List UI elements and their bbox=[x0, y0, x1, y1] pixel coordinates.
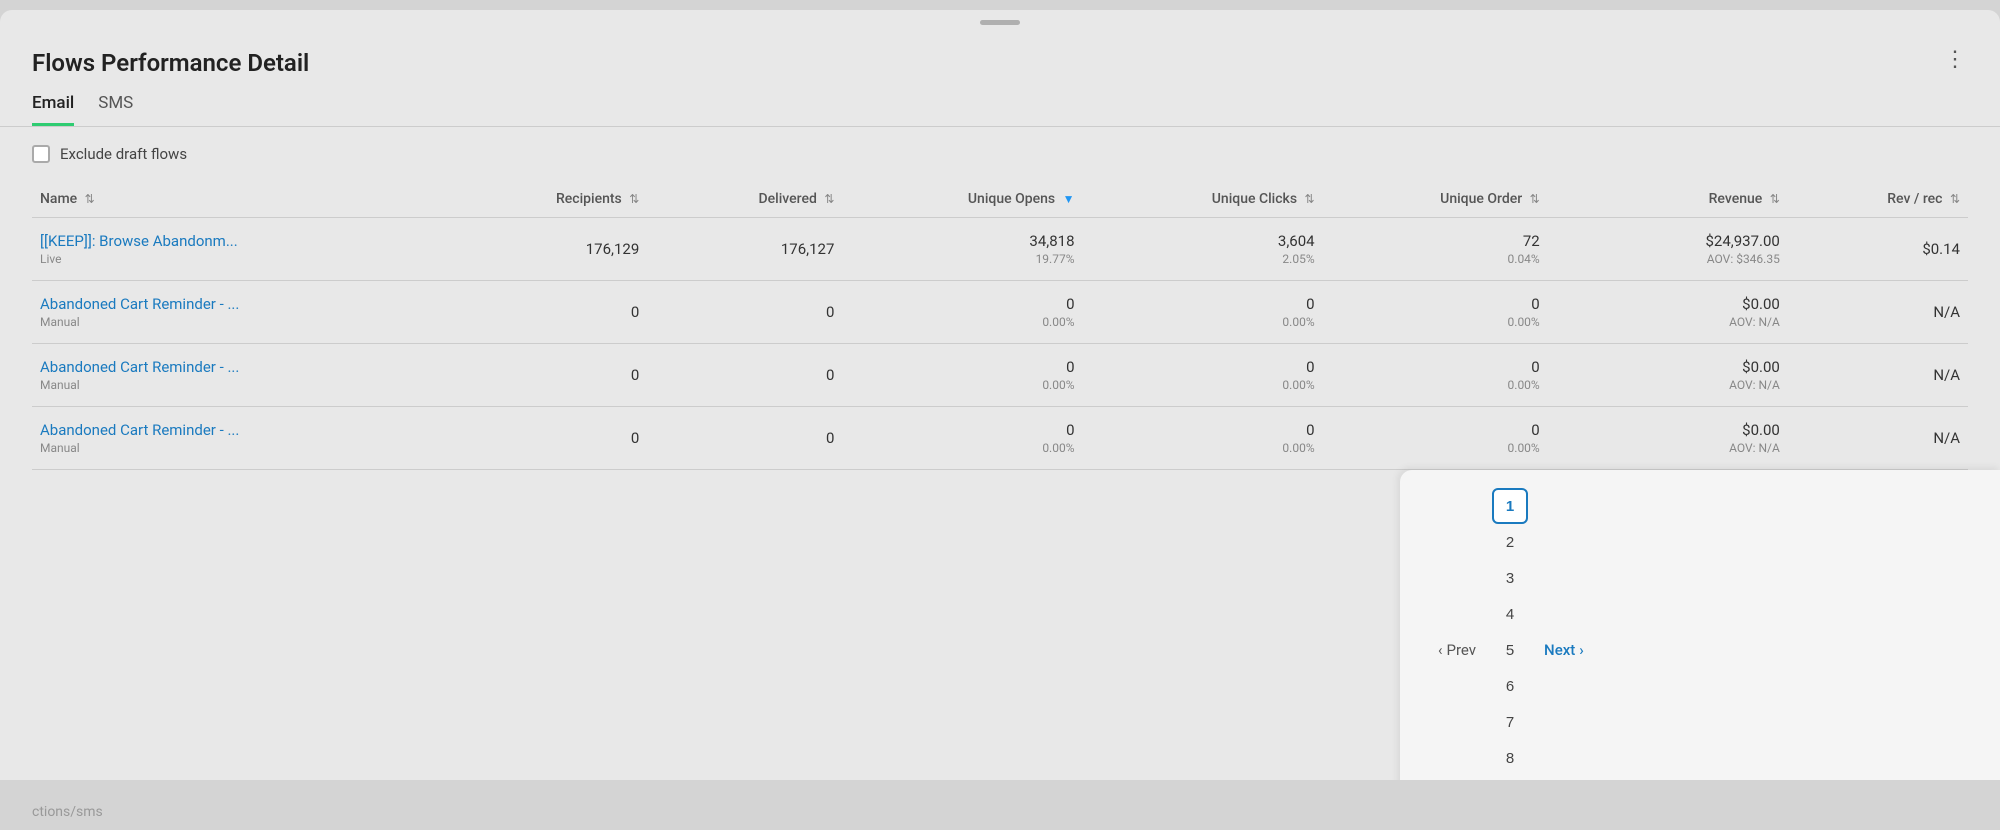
tabs-container: Email SMS bbox=[0, 77, 2000, 127]
flow-name-link-2[interactable]: Abandoned Cart Reminder - ... bbox=[40, 358, 239, 376]
bottom-label: ctions/sms bbox=[32, 804, 103, 820]
flow-name-link-1[interactable]: Abandoned Cart Reminder - ... bbox=[40, 295, 239, 313]
cell-clicks-0: 3,604 2.05% bbox=[1083, 218, 1323, 281]
bottom-bar: ctions/sms bbox=[0, 780, 2000, 830]
page-buttons: 123456789 bbox=[1492, 488, 1528, 812]
cell-revenue-1: $0.00 AOV: N/A bbox=[1548, 281, 1788, 344]
flow-status-1: Manual bbox=[40, 315, 444, 329]
table-row: Abandoned Cart Reminder - ... Manual 0 0… bbox=[32, 281, 1968, 344]
page-btn-3[interactable]: 3 bbox=[1492, 560, 1528, 596]
cell-delivered-2: 0 bbox=[647, 344, 842, 407]
page-btn-8[interactable]: 8 bbox=[1492, 740, 1528, 776]
page-btn-4[interactable]: 4 bbox=[1492, 596, 1528, 632]
table-row: Abandoned Cart Reminder - ... Manual 0 0… bbox=[32, 407, 1968, 470]
page-btn-7[interactable]: 7 bbox=[1492, 704, 1528, 740]
col-header-order[interactable]: Unique Order ⇅ bbox=[1323, 181, 1548, 218]
cell-revrec-2: N/A bbox=[1788, 344, 1968, 407]
cell-name-3: Abandoned Cart Reminder - ... Manual bbox=[32, 407, 452, 470]
chevron-right-icon: › bbox=[1579, 641, 1584, 659]
pagination-container: ‹ Prev 123456789 Next › bbox=[1400, 470, 2000, 830]
cell-recipients-2: 0 bbox=[452, 344, 647, 407]
flow-status-3: Manual bbox=[40, 441, 444, 455]
cell-name-1: Abandoned Cart Reminder - ... Manual bbox=[32, 281, 452, 344]
sort-icon-delivered: ⇅ bbox=[824, 192, 834, 206]
sort-icon-clicks: ⇅ bbox=[1305, 192, 1315, 206]
page-btn-2[interactable]: 2 bbox=[1492, 524, 1528, 560]
chevron-left-icon: ‹ bbox=[1438, 641, 1443, 659]
cell-revenue-3: $0.00 AOV: N/A bbox=[1548, 407, 1788, 470]
page-btn-6[interactable]: 6 bbox=[1492, 668, 1528, 704]
col-header-delivered[interactable]: Delivered ⇅ bbox=[647, 181, 842, 218]
cell-recipients-0: 176,129 bbox=[452, 218, 647, 281]
cell-revenue-0: $24,937.00 AOV: $346.35 bbox=[1548, 218, 1788, 281]
sort-icon-order: ⇅ bbox=[1530, 192, 1540, 206]
sort-icon-name: ⇅ bbox=[85, 192, 95, 206]
cell-opens-3: 0 0.00% bbox=[842, 407, 1082, 470]
cell-revenue-2: $0.00 AOV: N/A bbox=[1548, 344, 1788, 407]
sort-icon-revenue: ⇅ bbox=[1770, 192, 1780, 206]
exclude-draft-label: Exclude draft flows bbox=[60, 145, 187, 163]
cell-revrec-0: $0.14 bbox=[1788, 218, 1968, 281]
sort-icon-recipients: ⇅ bbox=[629, 192, 639, 206]
sort-icon-opens: ▼ bbox=[1063, 192, 1075, 206]
cell-name-2: Abandoned Cart Reminder - ... Manual bbox=[32, 344, 452, 407]
cell-revrec-1: N/A bbox=[1788, 281, 1968, 344]
exclude-draft-checkbox[interactable] bbox=[32, 145, 50, 163]
table-row: [[KEEP]]: Browse Abandonm... Live 176,12… bbox=[32, 218, 1968, 281]
cell-name-0: [[KEEP]]: Browse Abandonm... Live bbox=[32, 218, 452, 281]
next-button[interactable]: Next › bbox=[1534, 635, 1594, 665]
tab-sms[interactable]: SMS bbox=[98, 93, 133, 126]
cell-order-2: 0 0.00% bbox=[1323, 344, 1548, 407]
filter-row: Exclude draft flows bbox=[0, 127, 2000, 181]
cell-delivered-1: 0 bbox=[647, 281, 842, 344]
table-wrapper: Name ⇅ Recipients ⇅ Delivered ⇅ Unique O… bbox=[0, 181, 2000, 470]
col-header-revrec[interactable]: Rev / rec ⇅ bbox=[1788, 181, 1968, 218]
cell-revrec-3: N/A bbox=[1788, 407, 1968, 470]
flow-name-link-0[interactable]: [[KEEP]]: Browse Abandonm... bbox=[40, 232, 238, 250]
cell-clicks-2: 0 0.00% bbox=[1083, 344, 1323, 407]
flow-name-link-3[interactable]: Abandoned Cart Reminder - ... bbox=[40, 421, 239, 439]
col-header-name[interactable]: Name ⇅ bbox=[32, 181, 452, 218]
table-header-row: Name ⇅ Recipients ⇅ Delivered ⇅ Unique O… bbox=[32, 181, 1968, 218]
table-row: Abandoned Cart Reminder - ... Manual 0 0… bbox=[32, 344, 1968, 407]
cell-opens-2: 0 0.00% bbox=[842, 344, 1082, 407]
more-options-icon[interactable]: ⋮ bbox=[1944, 49, 1968, 71]
cell-recipients-1: 0 bbox=[452, 281, 647, 344]
col-header-recipients[interactable]: Recipients ⇅ bbox=[452, 181, 647, 218]
page-btn-5[interactable]: 5 bbox=[1492, 632, 1528, 668]
cell-recipients-3: 0 bbox=[452, 407, 647, 470]
cell-order-1: 0 0.00% bbox=[1323, 281, 1548, 344]
cell-order-3: 0 0.00% bbox=[1323, 407, 1548, 470]
col-header-opens[interactable]: Unique Opens ▼ bbox=[842, 181, 1082, 218]
cell-opens-0: 34,818 19.77% bbox=[842, 218, 1082, 281]
col-header-revenue[interactable]: Revenue ⇅ bbox=[1548, 181, 1788, 218]
cell-clicks-1: 0 0.00% bbox=[1083, 281, 1323, 344]
panel-header: Flows Performance Detail ⋮ bbox=[0, 25, 2000, 77]
flow-status-2: Manual bbox=[40, 378, 444, 392]
page-title: Flows Performance Detail bbox=[32, 49, 309, 77]
tab-email[interactable]: Email bbox=[32, 93, 74, 126]
cell-clicks-3: 0 0.00% bbox=[1083, 407, 1323, 470]
cell-opens-1: 0 0.00% bbox=[842, 281, 1082, 344]
cell-delivered-0: 176,127 bbox=[647, 218, 842, 281]
sort-icon-revrec: ⇅ bbox=[1950, 192, 1960, 206]
cell-delivered-3: 0 bbox=[647, 407, 842, 470]
flows-table: Name ⇅ Recipients ⇅ Delivered ⇅ Unique O… bbox=[32, 181, 1968, 470]
col-header-clicks[interactable]: Unique Clicks ⇅ bbox=[1083, 181, 1323, 218]
prev-button[interactable]: ‹ Prev bbox=[1428, 635, 1486, 665]
flow-status-0: Live bbox=[40, 252, 444, 266]
page-btn-1[interactable]: 1 bbox=[1492, 488, 1528, 524]
cell-order-0: 72 0.04% bbox=[1323, 218, 1548, 281]
main-panel: Flows Performance Detail ⋮ Email SMS Exc… bbox=[0, 10, 2000, 830]
